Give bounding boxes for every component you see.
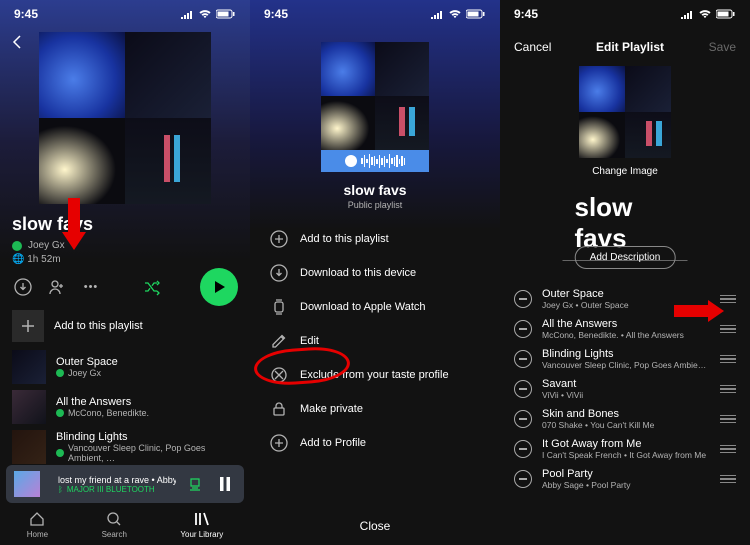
menu-add-to-profile[interactable]: Add to Profile (250, 426, 500, 460)
remove-track-button[interactable] (514, 320, 532, 338)
remove-track-button[interactable] (514, 440, 532, 458)
drag-handle-icon[interactable] (720, 355, 736, 364)
shuffle-icon[interactable] (141, 276, 163, 298)
exclude-icon (270, 366, 288, 384)
status-time: 9:45 (14, 7, 38, 21)
home-icon (28, 510, 46, 528)
playlist-duration: 🌐 1h 52m (12, 254, 61, 265)
drag-handle-icon[interactable] (720, 445, 736, 454)
edit-track-row[interactable]: SavantViVii • ViVii (500, 374, 750, 404)
bluetooth-icon: ᛒ (58, 485, 63, 494)
library-icon (193, 510, 211, 528)
tab-home[interactable]: Home (27, 510, 48, 539)
drag-handle-icon[interactable] (720, 385, 736, 394)
play-button[interactable] (200, 268, 238, 306)
more-options-icon[interactable]: ••• (80, 276, 102, 298)
pencil-icon (270, 332, 288, 350)
remove-track-button[interactable] (514, 350, 532, 368)
playlist-cover[interactable] (39, 32, 211, 204)
status-icons (180, 9, 236, 19)
tab-bar: Home Search Your Library (0, 503, 250, 545)
profile-plus-icon (270, 434, 288, 452)
add-user-icon[interactable] (46, 276, 68, 298)
watch-icon (270, 298, 288, 316)
playlist-owner[interactable]: Joey Gx (28, 240, 65, 251)
track-row[interactable]: Outer Space Joey Gx (0, 346, 250, 388)
edit-track-row[interactable]: It Got Away from MeI Can't Speak French … (500, 434, 750, 464)
menu-download-watch[interactable]: Download to Apple Watch (250, 290, 500, 324)
drag-handle-icon[interactable] (720, 475, 736, 484)
spotify-logo-icon (345, 155, 357, 167)
annotation-arrow-down (62, 198, 86, 248)
menu-exclude[interactable]: Exclude from your taste profile (250, 358, 500, 392)
remove-track-button[interactable] (514, 470, 532, 488)
add-to-playlist-label: Add to this playlist (54, 320, 143, 332)
drag-handle-icon[interactable] (720, 415, 736, 424)
change-image-button[interactable]: Change Image (500, 166, 750, 177)
menu-download-device[interactable]: Download to this device (250, 256, 500, 290)
search-icon (105, 510, 123, 528)
playlist-cover-small (321, 42, 429, 150)
lock-icon (270, 400, 288, 418)
panel-options-menu: 9:45 slow favs Public playlist Add to th… (250, 0, 500, 545)
menu-close-button[interactable]: Close (250, 519, 500, 533)
playlist-owner-row: Joey Gx (12, 240, 65, 251)
owner-avatar-icon (12, 241, 22, 251)
add-description-button[interactable]: Add Description (575, 246, 676, 269)
edit-track-row[interactable]: Pool PartyAbby Sage • Pool Party (500, 464, 750, 494)
track-row[interactable]: All the Answers McCono, Benedikte. (0, 386, 250, 428)
download-icon[interactable] (12, 276, 34, 298)
edit-track-row[interactable]: Skin and Bones070 Shake • You Can't Kill… (500, 404, 750, 434)
now-playing-bar[interactable]: lost my friend at a rave • Abby Bella Ma… (6, 465, 244, 503)
back-button[interactable] (10, 34, 26, 53)
remove-track-button[interactable] (514, 410, 532, 428)
panel-edit-playlist: 9:45 Cancel Edit Playlist Save Change Im… (500, 0, 750, 545)
device-icon[interactable] (184, 473, 206, 495)
options-menu-list: Add to this playlist Download to this de… (250, 222, 500, 505)
tab-library[interactable]: Your Library (180, 510, 223, 539)
remove-track-button[interactable] (514, 380, 532, 398)
menu-add-to-playlist[interactable]: Add to this playlist (250, 222, 500, 256)
edit-save-button[interactable]: Save (709, 40, 736, 54)
download-circle-icon (270, 264, 288, 282)
drag-handle-icon[interactable] (720, 325, 736, 334)
menu-playlist-title: slow favs (250, 182, 500, 198)
edit-track-list: Outer SpaceJoey Gx • Outer SpaceAll the … (500, 284, 750, 545)
pause-button[interactable] (214, 473, 236, 495)
spotify-code-bars (361, 154, 405, 168)
track-row[interactable]: Blinding Lights Vancouver Sleep Clinic, … (0, 426, 250, 468)
edit-track-row[interactable]: Blinding LightsVancouver Sleep Clinic, P… (500, 344, 750, 374)
add-to-playlist-row[interactable]: Add to this playlist (0, 304, 250, 348)
status-bar: 9:45 (0, 0, 250, 28)
remove-track-button[interactable] (514, 290, 532, 308)
menu-playlist-subtitle: Public playlist (250, 200, 500, 210)
menu-make-private[interactable]: Make private (250, 392, 500, 426)
spotify-code[interactable] (321, 150, 429, 172)
panel-playlist-view: 9:45 slow favs Joey Gx 🌐 1h 52m ••• (0, 0, 250, 545)
annotation-arrow-right (674, 300, 724, 322)
plus-circle-icon (270, 230, 288, 248)
edit-cancel-button[interactable]: Cancel (514, 40, 551, 54)
menu-edit[interactable]: Edit (250, 324, 500, 358)
plus-icon (12, 310, 44, 342)
tab-search[interactable]: Search (102, 510, 127, 539)
edit-title: Edit Playlist (596, 40, 664, 54)
playlist-cover-edit[interactable] (579, 66, 671, 158)
